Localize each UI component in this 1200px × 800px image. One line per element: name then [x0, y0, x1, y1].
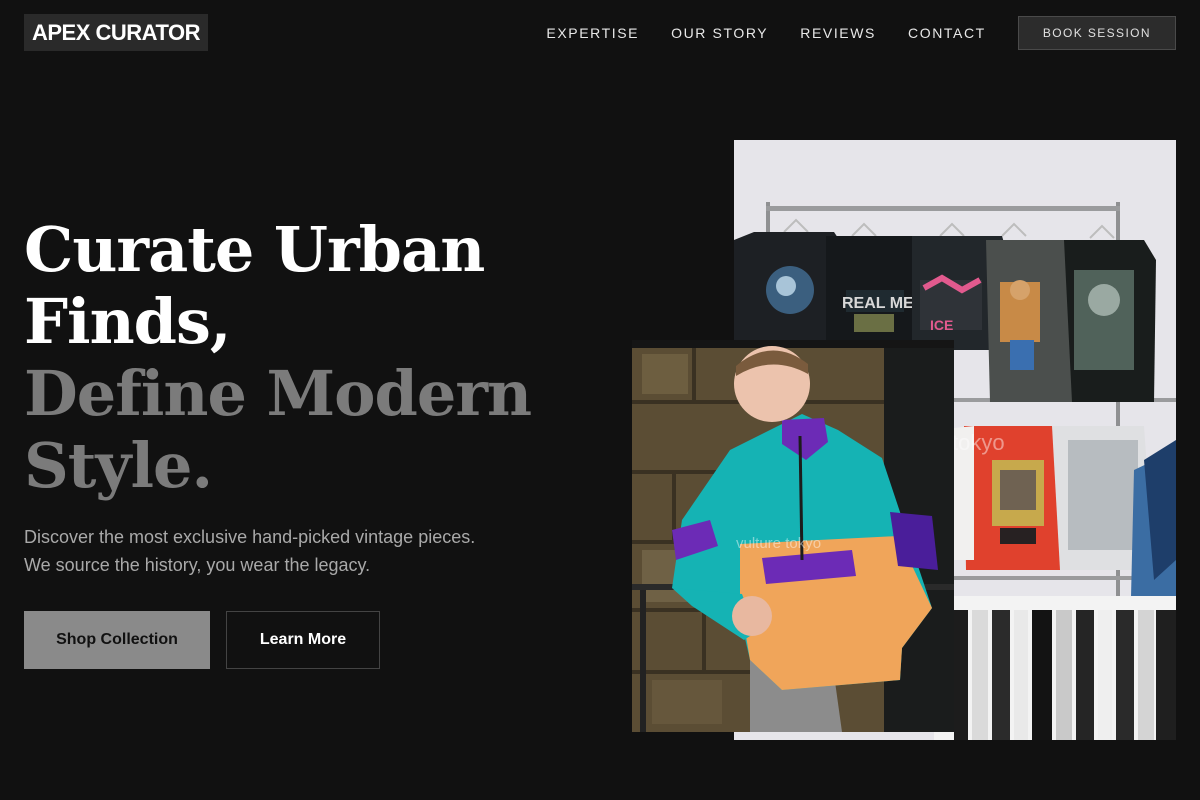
shop-collection-button[interactable]: Shop Collection	[24, 611, 210, 669]
learn-more-button[interactable]: Learn More	[226, 611, 380, 669]
nav-link-contact[interactable]: CONTACT	[908, 25, 986, 41]
hero-title-line-1: Curate Urban	[24, 213, 485, 286]
hero-description: Discover the most exclusive hand-picked …	[24, 527, 476, 575]
nav-link-expertise[interactable]: EXPERTISE	[546, 25, 639, 41]
hero-title-line-4: Style.	[24, 429, 213, 502]
brand-logo[interactable]: APEX CURATOR	[24, 14, 208, 51]
nav-link-reviews[interactable]: REVIEWS	[800, 25, 876, 41]
landing-page: APEX CURATOR EXPERTISE OUR STORY REVIEWS…	[0, 0, 1200, 800]
model-watermark: vulture tokyo	[736, 535, 821, 552]
hero-title-line-2: Finds,	[24, 285, 232, 358]
book-session-button[interactable]: BOOK SESSION	[1017, 16, 1176, 50]
model-photo: vulture tokyo	[632, 340, 954, 732]
model-illustration: vulture tokyo	[632, 340, 954, 732]
rack-watermark: tokyo	[952, 430, 1005, 455]
main-nav: EXPERTISE OUR STORY REVIEWS CONTACT BOOK…	[546, 16, 1176, 50]
hero-title: Curate Urban Finds, Define Modern Style.	[24, 213, 532, 502]
nav-link-our-story[interactable]: OUR STORY	[671, 25, 768, 41]
hero-title-line-3: Define Modern	[24, 357, 532, 430]
tshirt-print-2: ICE	[930, 317, 953, 333]
